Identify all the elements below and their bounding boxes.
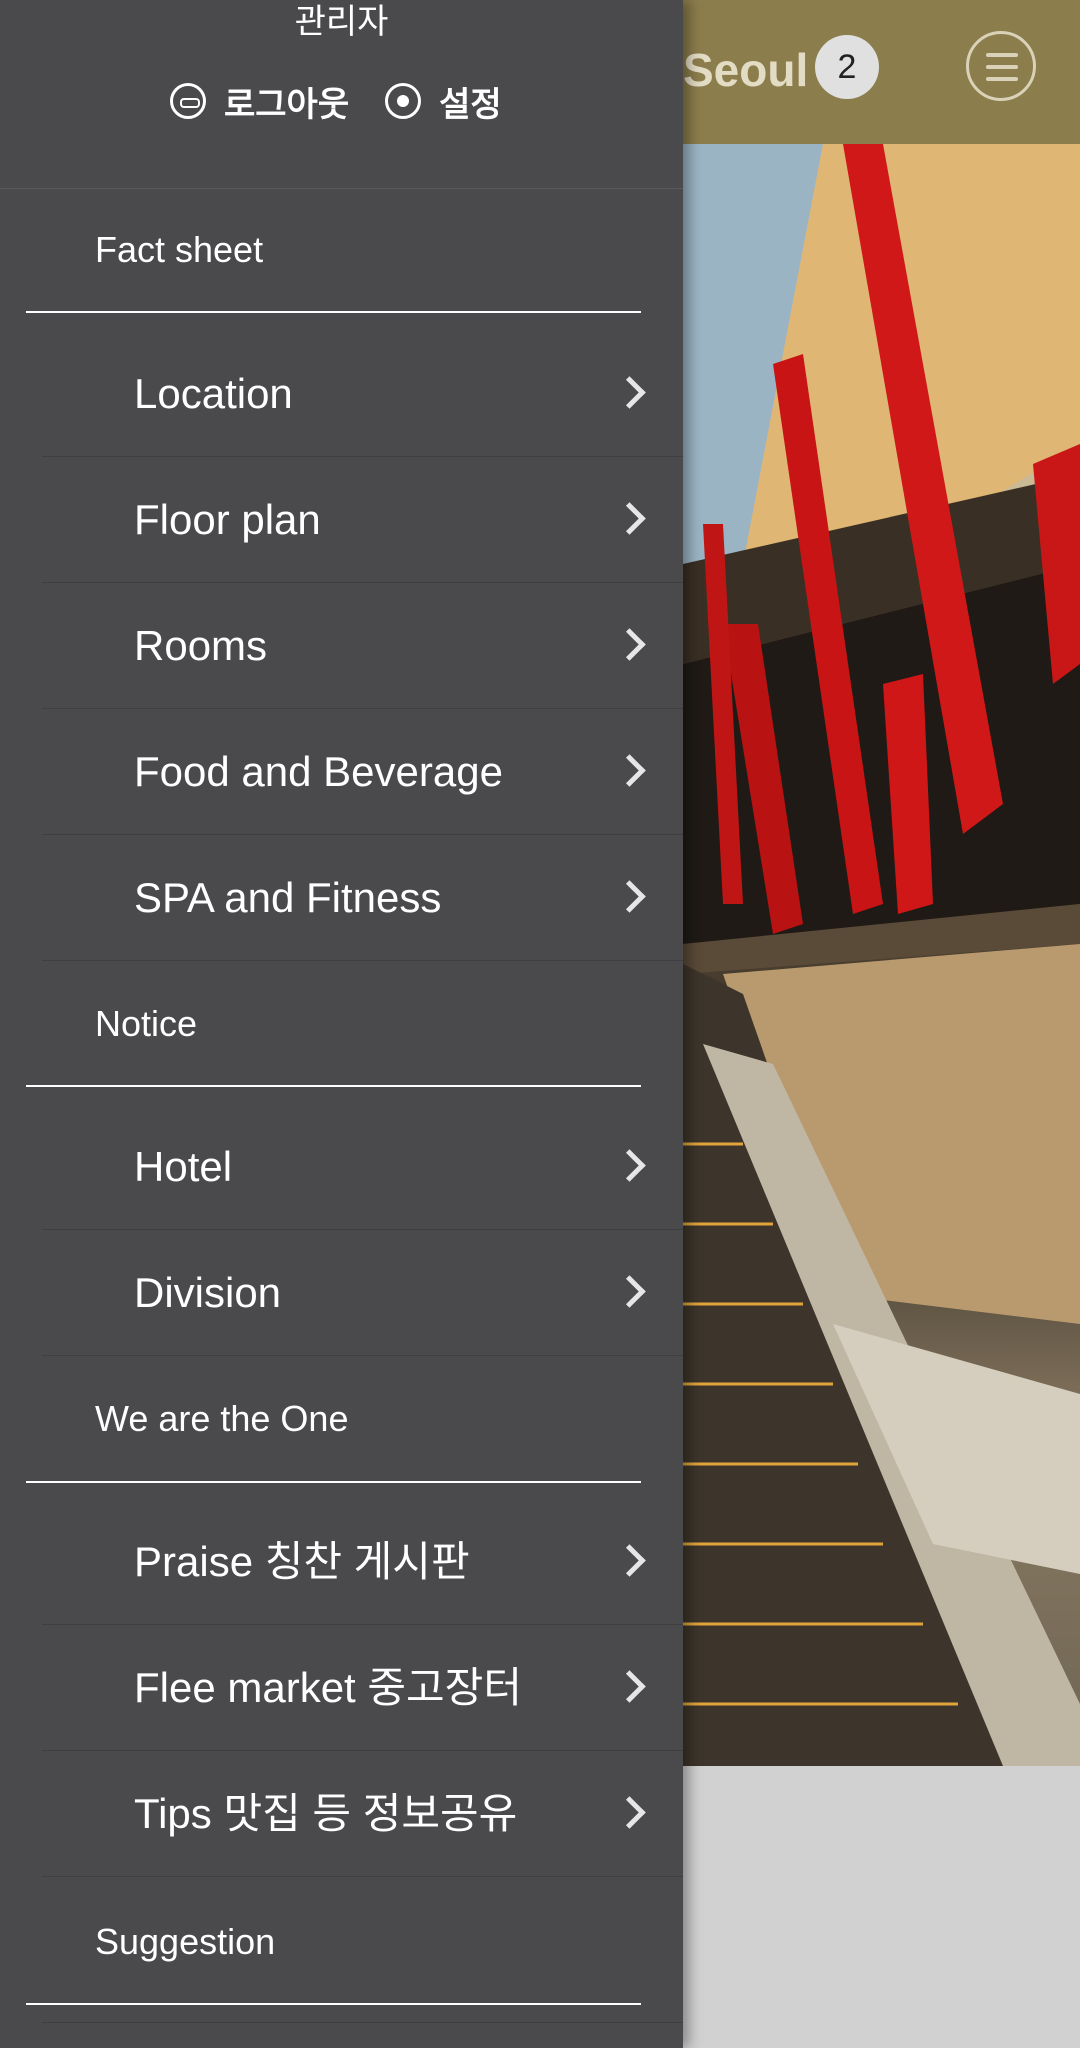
chevron-right-icon xyxy=(613,754,646,787)
menu-item-tips[interactable]: Tips 맛집 등 정보공유 xyxy=(42,1751,683,1877)
menu-item-label: Tips 맛집 등 정보공유 xyxy=(134,1790,518,1837)
divider xyxy=(42,2022,683,2023)
menu-item-food-and-beverage[interactable]: Food and Beverage xyxy=(42,709,683,835)
menu-item-rooms[interactable]: Rooms xyxy=(42,583,683,709)
chevron-right-icon xyxy=(613,502,646,535)
section-divider xyxy=(26,1085,641,1087)
section-title-fact-sheet: Fact sheet xyxy=(95,229,264,270)
menu-item-flee-market[interactable]: Flee market 중고장터 xyxy=(42,1625,683,1751)
menu-item-spa-and-fitness[interactable]: SPA and Fitness xyxy=(42,835,683,961)
chevron-right-icon xyxy=(613,628,646,661)
section-title-notice: Notice xyxy=(95,1003,198,1044)
navigation-drawer: 관리자 로그아웃 설정 Fact sheet Location Floor pl… xyxy=(0,0,683,2048)
chevron-right-icon xyxy=(613,1670,646,1703)
section-divider xyxy=(26,311,641,313)
menu-item-label: Hotel xyxy=(134,1143,233,1190)
app-title: Seoul xyxy=(683,44,809,96)
menu-item-label: SPA and Fitness xyxy=(134,874,442,921)
divider xyxy=(0,188,683,189)
chevron-right-icon xyxy=(613,1149,646,1182)
user-name: 관리자 xyxy=(294,3,389,41)
section-title-we-are-the-one: We are the One xyxy=(95,1398,349,1439)
section-divider xyxy=(26,1481,641,1483)
menu-item-label: Division xyxy=(134,1269,282,1316)
notification-badge[interactable]: 2 xyxy=(815,35,879,99)
settings-button[interactable]: 설정 xyxy=(385,77,502,126)
menu-item-location[interactable]: Location xyxy=(42,331,683,457)
hamburger-menu-icon[interactable] xyxy=(966,31,1036,101)
section-title-suggestion[interactable]: Suggestion xyxy=(95,1917,275,1967)
menu-item-label: Rooms xyxy=(134,622,268,669)
menu-item-division[interactable]: Division xyxy=(42,1230,683,1356)
gear-icon xyxy=(385,83,422,119)
menu-item-label: Praise 칭찬 게시판 xyxy=(134,1538,470,1585)
logout-label: 로그아웃 xyxy=(224,85,350,124)
logout-button[interactable]: 로그아웃 xyxy=(170,77,349,126)
menu-item-floor-plan[interactable]: Floor plan xyxy=(42,457,683,583)
menu-item-praise[interactable]: Praise 칭찬 게시판 xyxy=(42,1499,683,1625)
user-actions: 로그아웃 설정 xyxy=(170,78,538,124)
menu-item-label: Food and Beverage xyxy=(134,748,503,795)
chevron-right-icon xyxy=(613,1544,646,1577)
logout-icon xyxy=(170,83,206,119)
hero-image xyxy=(683,144,1080,1766)
chevron-right-icon xyxy=(613,1275,646,1308)
chevron-right-icon xyxy=(613,880,646,913)
content-area xyxy=(683,1766,1080,2048)
menu-item-label: Location xyxy=(134,370,293,417)
chevron-right-icon xyxy=(613,376,646,409)
menu-item-label: Flee market 중고장터 xyxy=(134,1664,522,1711)
menu-item-hotel[interactable]: Hotel xyxy=(42,1104,683,1230)
menu-item-label: Floor plan xyxy=(134,496,321,543)
settings-label: 설정 xyxy=(439,85,502,124)
section-divider xyxy=(26,2003,641,2005)
chevron-right-icon xyxy=(613,1796,646,1829)
